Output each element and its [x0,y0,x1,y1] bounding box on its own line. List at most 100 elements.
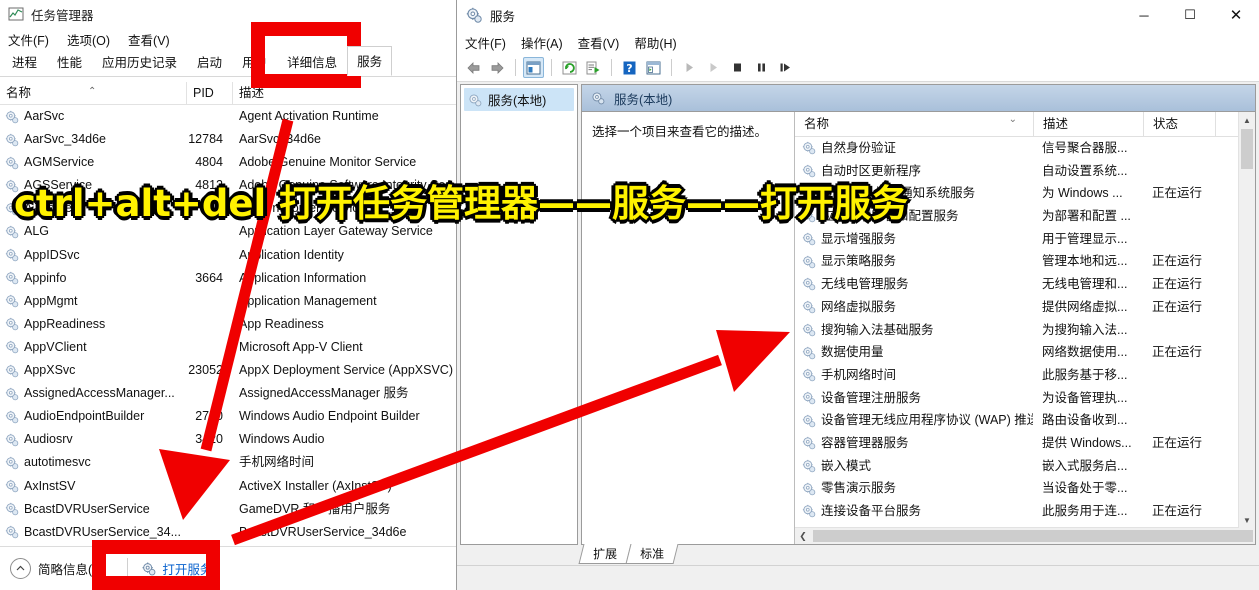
list-item[interactable]: 零售演示服务当设备处于零... [795,477,1255,500]
service-name-text: BcastDVRUserService [24,498,150,521]
cell-service-name: AppMgmt [0,290,186,313]
table-row[interactable]: AarSvc_34d6e12784AarSvc_34d6e [0,128,456,151]
list-item[interactable]: 容器管理器服务提供 Windows...正在运行 [795,432,1255,455]
services-list-horizontal-scrollbar[interactable]: ❮ ❯ [795,527,1255,544]
list-item[interactable]: Windows 推送通知系统服务为 Windows ...正在运行 [795,182,1255,205]
scroll-up-icon[interactable]: ▲ [1239,112,1255,128]
tree-item-services-local[interactable]: 服务(本地) [464,88,574,111]
list-item[interactable]: 显示增强服务用于管理显示... [795,228,1255,251]
list-item[interactable]: 网络虚拟服务提供网络虚拟...正在运行 [795,296,1255,319]
cell-description: Application Layer Gateway Service [232,220,456,243]
minimize-button[interactable]: ─ [1121,0,1167,30]
list-item[interactable]: 连接设备平台服务此服务用于连...正在运行 [795,500,1255,523]
menu-file[interactable]: 文件(F) [465,33,506,52]
table-row[interactable]: AppMgmtApplication Management [0,290,456,313]
column-header-pid[interactable]: PID [186,82,232,104]
export-list-icon[interactable] [583,57,604,78]
restart-service-icon[interactable] [775,57,796,78]
tab-startup[interactable]: 启动 [187,47,232,76]
cell-pid: 12784 [186,128,232,151]
column-header-description[interactable]: 描述 [232,82,456,104]
sort-descending-icon: ⌄ [1009,108,1017,132]
scroll-left-icon[interactable]: ❮ [795,528,811,544]
table-row[interactable]: Audiosrv3420Windows Audio [0,428,456,451]
list-item[interactable]: 显示策略服务管理本地和远...正在运行 [795,250,1255,273]
menu-view[interactable]: 查看(V) [578,33,620,52]
tab-performance[interactable]: 性能 [47,47,92,76]
tab-services[interactable]: 服务 [347,46,392,76]
maximize-button[interactable]: ☐ [1167,0,1213,30]
forward-arrow-icon[interactable] [487,57,508,78]
services-gear-icon [5,317,19,331]
tab-details[interactable]: 详细信息 [277,47,347,76]
tab-extended[interactable]: 扩展 [579,544,632,564]
list-item[interactable]: 数据使用量网络数据使用...正在运行 [795,341,1255,364]
services-gear-icon [802,391,816,405]
pause-service-icon[interactable] [751,57,772,78]
menu-help[interactable]: 帮助(H) [634,33,676,52]
help-icon[interactable]: ? [619,57,640,78]
table-row[interactable]: AxInstSVActiveX Installer (AxInstSV) [0,475,456,498]
list-item[interactable]: 嵌入模式嵌入式服务启... [795,455,1255,478]
service-name-text: 连接设备平台服务 [821,500,921,523]
refresh-icon[interactable] [559,57,580,78]
list-item[interactable]: 应用程序部署和配置服务为部署和配置 ... [795,205,1255,228]
cell-description: Application Information [232,267,456,290]
column-header-description[interactable]: 描述 [1033,112,1143,136]
services-body: 服务(本地) 服务(本地) 选择一个项目来查看它的描述。 名称 ⌄ [457,82,1259,547]
scroll-track[interactable] [811,528,1239,544]
toolbar-separator [515,59,516,76]
scroll-down-icon[interactable]: ▼ [1239,512,1255,528]
table-row[interactable]: AudioEndpointBuilder2760Windows Audio En… [0,405,456,428]
tab-app-history[interactable]: 应用历史记录 [92,47,187,76]
table-row[interactable]: Appinfo3664Application Information [0,267,456,290]
open-services-button[interactable]: 打开服务 [127,558,212,580]
table-row[interactable]: BcastDVRUserServiceGameDVR 和广播用户服务 [0,498,456,521]
list-item[interactable]: 设备管理无线应用程序协议 (WAP) 推送...路由设备收到... [795,409,1255,432]
list-item[interactable]: 自动时区更新程序自动设置系统... [795,160,1255,183]
cell-status: 正在运行 [1143,341,1215,364]
list-item[interactable]: 自然身份验证信号聚合器服... [795,137,1255,160]
services-statusbar [457,565,1259,590]
scroll-thumb[interactable] [1241,129,1253,169]
column-header-name[interactable]: 名称 ⌄ [795,112,1033,136]
list-item[interactable]: 手机网络时间此服务基于移... [795,364,1255,387]
cell-service-name: AGMService [0,151,186,174]
cell-status [1143,477,1215,500]
list-item[interactable]: 搜狗输入法基础服务为搜狗输入法... [795,319,1255,342]
column-header-status[interactable]: 状态 [1143,112,1215,136]
table-row[interactable]: AppIDSvcApplication Identity [0,244,456,267]
stop-service-icon[interactable] [727,57,748,78]
table-row[interactable]: BcastDVRUserService_34...BcastDVRUserSer… [0,521,456,544]
table-row[interactable]: AppXSvc23052AppX Deployment Service (App… [0,359,456,382]
table-row[interactable]: autotimesvc手机网络时间 [0,451,456,474]
table-row[interactable]: AssignedAccessManager...AssignedAccessMa… [0,382,456,405]
table-row[interactable]: AJRouterAllJoyn Router Service [0,197,456,220]
show-tree-icon[interactable] [523,57,544,78]
show-pane-icon[interactable] [643,57,664,78]
list-item[interactable]: 无线电管理服务无线电管理和...正在运行 [795,273,1255,296]
taskmanager-icon [8,6,24,22]
services-gear-icon [5,456,19,470]
back-arrow-icon[interactable] [463,57,484,78]
table-row[interactable]: AarSvcAgent Activation Runtime [0,105,456,128]
menu-action[interactable]: 操作(A) [521,33,563,52]
list-item[interactable]: 设备管理注册服务为设备管理执... [795,387,1255,410]
services-list-vertical-scrollbar[interactable]: ▲ ▼ [1238,112,1255,528]
tab-processes[interactable]: 进程 [2,47,47,76]
services-gear-icon [5,156,19,170]
fewer-details-button[interactable]: 简略信息(D) [0,558,105,579]
start-service-icon[interactable] [679,57,700,78]
table-row[interactable]: ALGApplication Layer Gateway Service [0,220,456,243]
table-row[interactable]: AGMService4804Adobe Genuine Monitor Serv… [0,151,456,174]
table-row[interactable]: AGSService4812Adobe Genuine Software Int… [0,174,456,197]
tab-users[interactable]: 用户 [232,47,277,76]
column-header-name[interactable]: 名称 ⌃ [0,82,186,104]
table-row[interactable]: AppVClientMicrosoft App-V Client [0,336,456,359]
service-name-text: Audiosrv [24,428,73,451]
table-row[interactable]: AppReadinessApp Readiness [0,313,456,336]
tab-standard[interactable]: 标准 [626,544,679,564]
scroll-thumb[interactable] [813,530,1253,542]
resume-service-icon[interactable] [703,57,724,78]
close-button[interactable]: ✕ [1213,0,1259,30]
